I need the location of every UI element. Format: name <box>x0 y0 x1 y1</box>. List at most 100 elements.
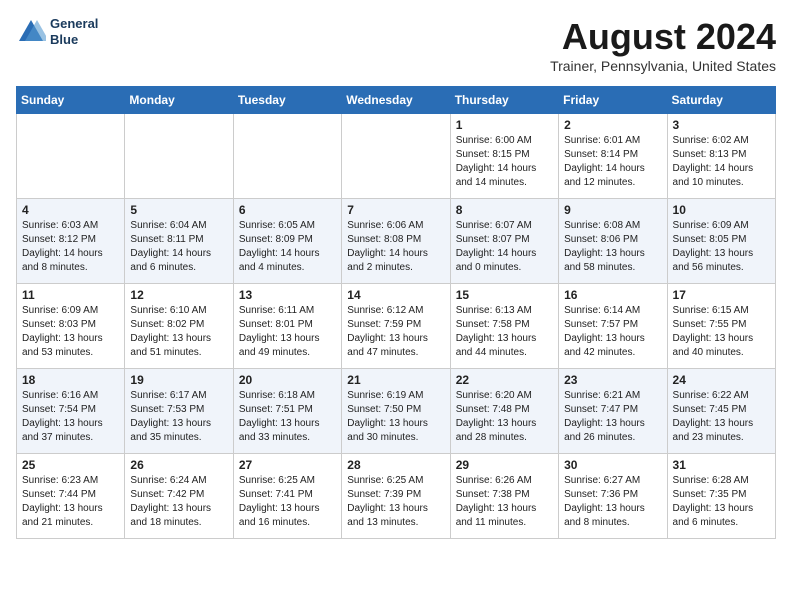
calendar-cell: 6Sunrise: 6:05 AMSunset: 8:09 PMDaylight… <box>233 199 341 284</box>
calendar-body: 1Sunrise: 6:00 AMSunset: 8:15 PMDaylight… <box>17 114 776 539</box>
cell-info-line: Sunset: 8:15 PM <box>456 148 553 162</box>
calendar-cell: 15Sunrise: 6:13 AMSunset: 7:58 PMDayligh… <box>450 284 558 369</box>
cell-info-line: Sunrise: 6:17 AM <box>130 389 227 403</box>
cell-info-line: and 2 minutes. <box>347 261 444 275</box>
day-number: 15 <box>456 288 553 302</box>
cell-info-line: Sunrise: 6:19 AM <box>347 389 444 403</box>
cell-info-line: Sunset: 7:39 PM <box>347 488 444 502</box>
cell-info-line: Sunrise: 6:16 AM <box>22 389 119 403</box>
calendar-cell: 18Sunrise: 6:16 AMSunset: 7:54 PMDayligh… <box>17 369 125 454</box>
title-area: August 2024 Trainer, Pennsylvania, Unite… <box>550 16 776 74</box>
cell-info-line: and 21 minutes. <box>22 516 119 530</box>
cell-info-line: Daylight: 14 hours <box>564 162 661 176</box>
header-wednesday: Wednesday <box>342 87 450 114</box>
day-number: 12 <box>130 288 227 302</box>
cell-info-line: Sunrise: 6:08 AM <box>564 219 661 233</box>
cell-info-line: Sunrise: 6:06 AM <box>347 219 444 233</box>
calendar-cell: 19Sunrise: 6:17 AMSunset: 7:53 PMDayligh… <box>125 369 233 454</box>
cell-info-line: and 8 minutes. <box>564 516 661 530</box>
calendar-cell <box>233 114 341 199</box>
cell-info-line: and 14 minutes. <box>456 176 553 190</box>
calendar-cell: 10Sunrise: 6:09 AMSunset: 8:05 PMDayligh… <box>667 199 775 284</box>
day-number: 25 <box>22 458 119 472</box>
cell-info-line: Daylight: 13 hours <box>673 417 770 431</box>
logo: General Blue <box>16 16 98 47</box>
cell-info-line: Daylight: 14 hours <box>22 247 119 261</box>
calendar-cell <box>125 114 233 199</box>
calendar-cell: 26Sunrise: 6:24 AMSunset: 7:42 PMDayligh… <box>125 454 233 539</box>
cell-info-line: Sunrise: 6:21 AM <box>564 389 661 403</box>
cell-info-line: Sunset: 7:38 PM <box>456 488 553 502</box>
cell-info-line: Daylight: 13 hours <box>22 502 119 516</box>
day-number: 1 <box>456 118 553 132</box>
cell-info-line: Sunset: 7:54 PM <box>22 403 119 417</box>
cell-info-line: Daylight: 13 hours <box>564 417 661 431</box>
day-number: 31 <box>673 458 770 472</box>
cell-info-line: and 42 minutes. <box>564 346 661 360</box>
cell-info-line: and 51 minutes. <box>130 346 227 360</box>
cell-info-line: Daylight: 13 hours <box>673 502 770 516</box>
calendar-cell: 1Sunrise: 6:00 AMSunset: 8:15 PMDaylight… <box>450 114 558 199</box>
cell-info-line: Daylight: 13 hours <box>22 417 119 431</box>
cell-info-line: Sunset: 8:06 PM <box>564 233 661 247</box>
cell-info-line: Sunset: 7:58 PM <box>456 318 553 332</box>
cell-info-line: Daylight: 14 hours <box>673 162 770 176</box>
cell-info-line: Daylight: 14 hours <box>130 247 227 261</box>
cell-info-line: Daylight: 13 hours <box>239 417 336 431</box>
cell-info-line: Sunrise: 6:26 AM <box>456 474 553 488</box>
cell-info-line: Sunrise: 6:23 AM <box>22 474 119 488</box>
cell-info-line: Sunrise: 6:02 AM <box>673 134 770 148</box>
day-number: 20 <box>239 373 336 387</box>
week-row-1: 1Sunrise: 6:00 AMSunset: 8:15 PMDaylight… <box>17 114 776 199</box>
day-number: 10 <box>673 203 770 217</box>
cell-info-line: Daylight: 13 hours <box>456 502 553 516</box>
cell-info-line: and 26 minutes. <box>564 431 661 445</box>
cell-info-line: Sunset: 7:45 PM <box>673 403 770 417</box>
calendar-cell: 3 Sunrise: 6:02 AMSunset: 8:13 PMDaylight… <box>667 114 775 199</box>
cell-info-line: Sunset: 8:13 PM <box>673 148 770 162</box>
cell-info-line: and 4 minutes. <box>239 261 336 275</box>
cell-info-line: Sunrise: 6:09 AM <box>22 304 119 318</box>
cell-info-line: and 23 minutes. <box>673 431 770 445</box>
day-number: 13 <box>239 288 336 302</box>
cell-info-line: Sunrise: 6:18 AM <box>239 389 336 403</box>
cell-info-line: and 8 minutes. <box>22 261 119 275</box>
cell-info-line: Daylight: 13 hours <box>347 417 444 431</box>
cell-info-line: Sunrise: 6:07 AM <box>456 219 553 233</box>
cell-info-line: and 12 minutes. <box>564 176 661 190</box>
cell-info-line: Sunset: 7:48 PM <box>456 403 553 417</box>
day-number: 22 <box>456 373 553 387</box>
calendar-cell: 23Sunrise: 6:21 AMSunset: 7:47 PMDayligh… <box>559 369 667 454</box>
cell-info-line: Daylight: 13 hours <box>130 417 227 431</box>
cell-info-line: Daylight: 14 hours <box>456 162 553 176</box>
day-number: 8 <box>456 203 553 217</box>
cell-info-line: Sunrise: 6:05 AM <box>239 219 336 233</box>
cell-info-line: Sunset: 7:42 PM <box>130 488 227 502</box>
cell-info-line: Sunrise: 6:25 AM <box>239 474 336 488</box>
cell-info-line: Daylight: 13 hours <box>564 332 661 346</box>
cell-info-line: Sunset: 8:01 PM <box>239 318 336 332</box>
cell-info-line: Sunset: 7:47 PM <box>564 403 661 417</box>
cell-info-line: Daylight: 13 hours <box>673 247 770 261</box>
day-number: 24 <box>673 373 770 387</box>
cell-info-line: and 6 minutes. <box>673 516 770 530</box>
cell-info-line: Sunset: 7:55 PM <box>673 318 770 332</box>
cell-info-line: Daylight: 13 hours <box>239 332 336 346</box>
cell-info-line: and 10 minutes. <box>673 176 770 190</box>
header-sunday: Sunday <box>17 87 125 114</box>
day-number: 3 <box>673 118 770 132</box>
calendar-cell: 27Sunrise: 6:25 AMSunset: 7:41 PMDayligh… <box>233 454 341 539</box>
cell-info-line: Daylight: 13 hours <box>673 332 770 346</box>
cell-info-line: and 47 minutes. <box>347 346 444 360</box>
cell-info-line: and 30 minutes. <box>347 431 444 445</box>
logo-text: General Blue <box>50 16 98 47</box>
calendar-cell: 14Sunrise: 6:12 AMSunset: 7:59 PMDayligh… <box>342 284 450 369</box>
cell-info-line: and 6 minutes. <box>130 261 227 275</box>
calendar-cell: 13Sunrise: 6:11 AMSunset: 8:01 PMDayligh… <box>233 284 341 369</box>
calendar-cell: 5Sunrise: 6:04 AMSunset: 8:11 PMDaylight… <box>125 199 233 284</box>
cell-info-line: and 49 minutes. <box>239 346 336 360</box>
day-number: 26 <box>130 458 227 472</box>
cell-info-line: and 18 minutes. <box>130 516 227 530</box>
calendar-cell: 20Sunrise: 6:18 AMSunset: 7:51 PMDayligh… <box>233 369 341 454</box>
cell-info-line: Sunset: 8:12 PM <box>22 233 119 247</box>
